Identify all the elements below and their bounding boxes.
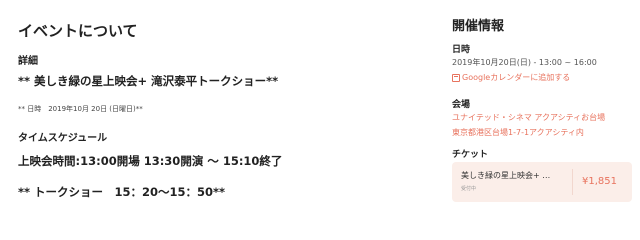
event-headline: ** 美しき緑の星上映会+ 滝沢泰平トークショー** — [18, 74, 279, 88]
schedule-talkshow: ** トークショー 15：20〜15：50** — [18, 185, 226, 199]
about-title: イベントについて — [18, 22, 138, 40]
schedule-screening: 上映会時間:13:00開場 13:30開演 ～ 15:10終了 — [18, 154, 283, 168]
event-page: イベントについて 詳細 ** 美しき緑の星上映会+ 滝沢泰平トークショー** *… — [0, 0, 640, 210]
venue-label: 会場 — [452, 100, 471, 110]
info-title: 開催情報 — [452, 19, 505, 34]
detail-label: 詳細 — [18, 56, 38, 67]
ticket-card[interactable]: 美しき緑の星上映会+ … 受付中 ¥1,851 — [452, 162, 632, 202]
date-label: 日時 — [452, 45, 471, 55]
ticket-label: チケット — [452, 150, 489, 160]
ticket-name: 美しき緑の星上映会+ … — [461, 171, 551, 180]
gcal-link-label: Googleカレンダーに追加する — [462, 73, 571, 82]
add-to-google-calendar-link[interactable]: Googleカレンダーに追加する — [452, 72, 570, 83]
ticket-divider — [572, 169, 573, 195]
ticket-price: ¥1,851 — [582, 176, 617, 187]
schedule-label: タイムスケジュール — [18, 133, 108, 144]
venue-name-link[interactable]: ユナイテッド・シネマ アクアシティお台場 — [452, 112, 605, 123]
date-value: 2019年10月20日(日) - 13:00 ~ 16:00 — [452, 58, 597, 67]
venue-address-link[interactable]: 東京都港区台場1-7-1アクアシティ内 — [452, 127, 584, 138]
event-date-line: ** 日時 2019年10月 20日 (日曜日)** — [18, 105, 143, 113]
ticket-status-badge: 受付中 — [461, 186, 477, 192]
calendar-add-icon — [452, 73, 460, 82]
